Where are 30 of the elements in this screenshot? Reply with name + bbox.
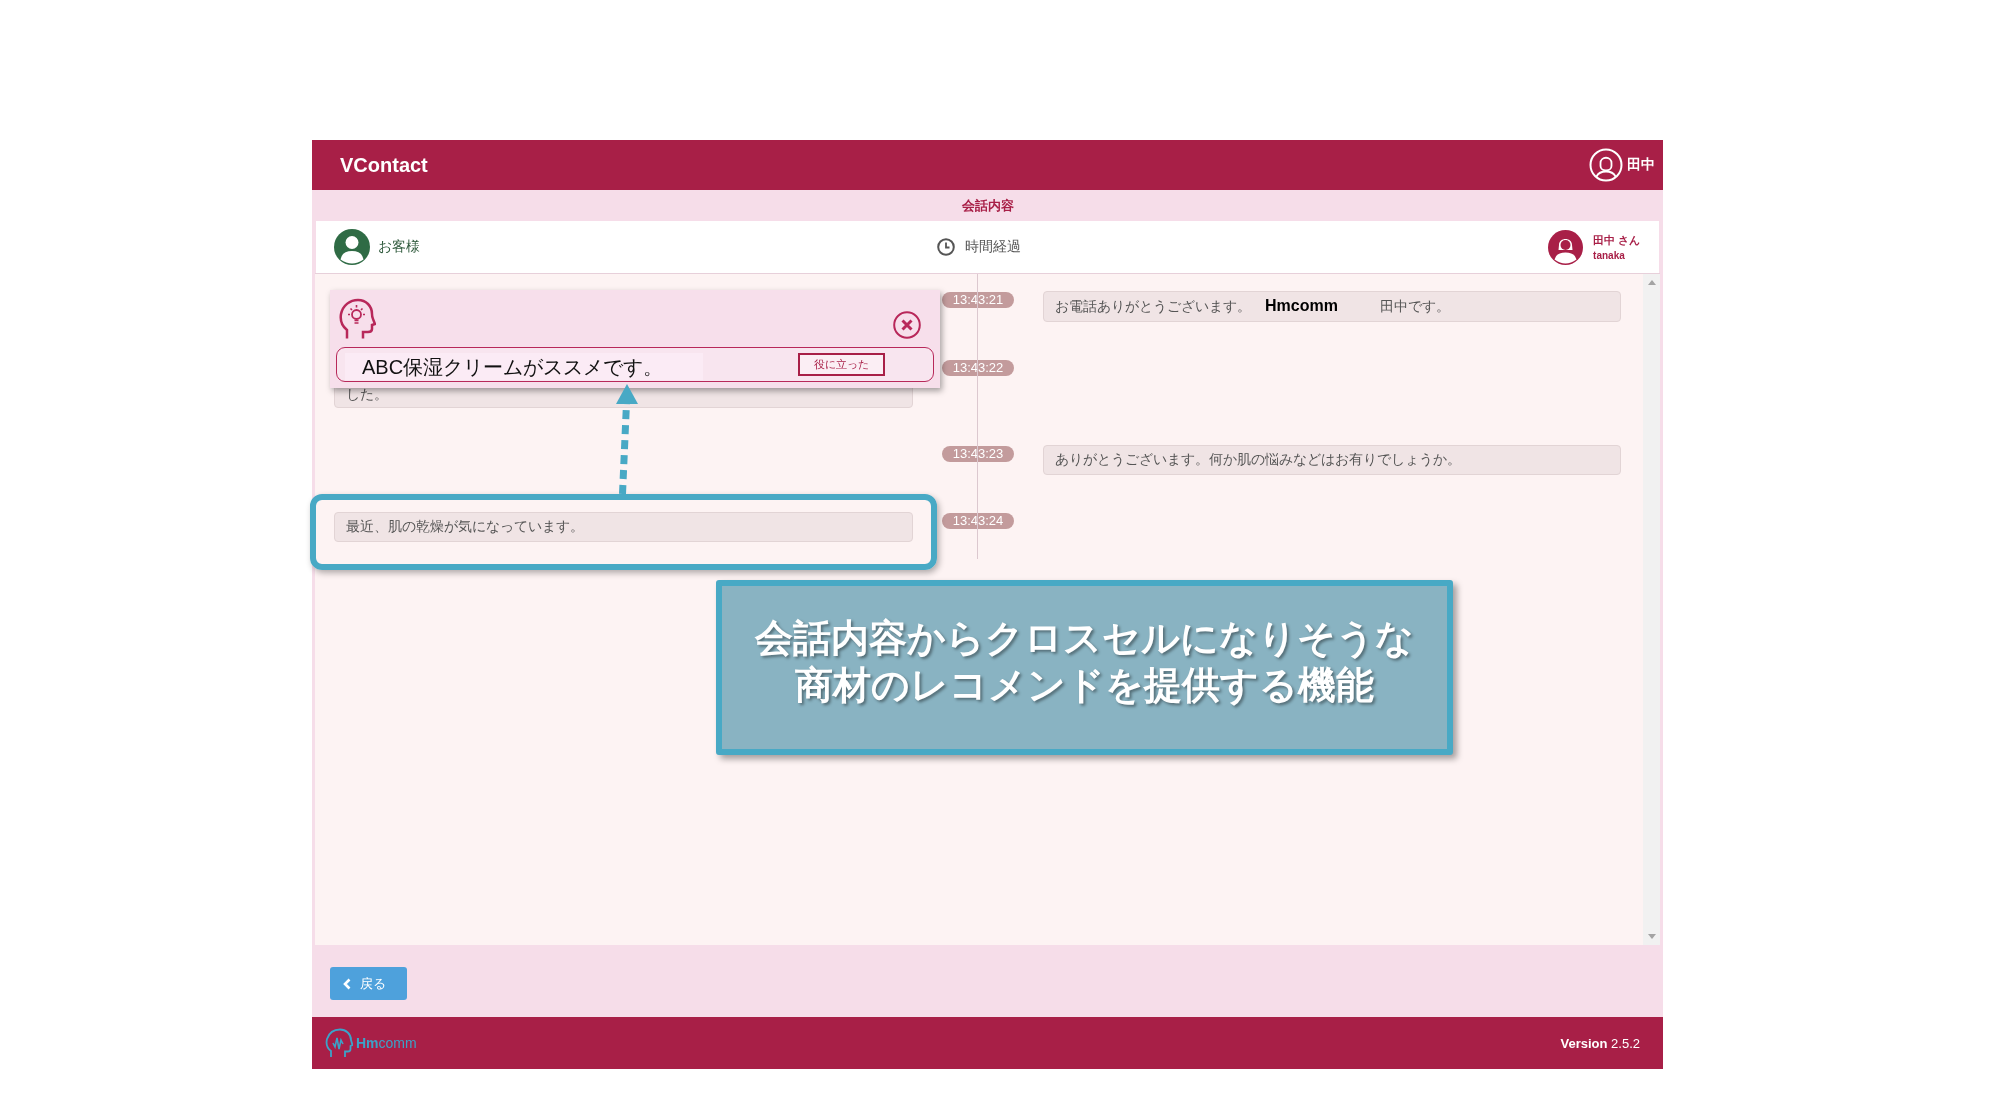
operator-name: 田中 さん <box>1593 233 1640 248</box>
timestamp: 13:43:24 <box>941 513 1015 529</box>
app-title: VContact <box>340 153 428 177</box>
scroll-down-arrow-icon[interactable] <box>1647 934 1656 939</box>
clock-icon <box>937 238 955 256</box>
logo-icon <box>325 1028 353 1058</box>
user-name[interactable]: 田中 <box>1627 156 1655 174</box>
chat-message: 最近、肌の乾燥が気になっています。 <box>334 512 913 542</box>
chat-message: ありがとうございます。何か肌の悩みなどはお有りでしょうか。 <box>1043 445 1621 475</box>
close-icon[interactable] <box>893 311 921 339</box>
timestamp: 13:43:22 <box>941 360 1015 376</box>
user-avatar-icon[interactable] <box>1589 148 1623 182</box>
operator-id: tanaka <box>1593 249 1626 261</box>
chevron-left-icon <box>343 977 351 990</box>
scrollbar[interactable] <box>1643 274 1660 945</box>
chat-message: お電話ありがとうございます。 Hmcomm 田中です。 <box>1043 291 1621 322</box>
customer-label: お客様 <box>378 238 420 256</box>
customer-avatar-icon <box>334 229 370 265</box>
operator-avatar-icon <box>1548 229 1584 265</box>
recommendation-text: ABC保湿クリームがススメです。 <box>345 353 704 380</box>
version-text: Version 2.5.2 <box>1560 1035 1640 1051</box>
scroll-up-arrow-icon[interactable] <box>1647 280 1656 285</box>
section-title: 会話内容 <box>961 196 1014 215</box>
helpful-button[interactable]: 役に立った <box>798 353 885 376</box>
timestamp: 13:43:23 <box>941 446 1015 462</box>
callout-text: 会話内容からクロスセルになりそうな商材のレコメンドを提供する機能 <box>754 615 1415 708</box>
timestamp: 13:43:21 <box>941 292 1015 308</box>
logo-text: Hmcomm <box>356 1035 417 1051</box>
head-lightbulb-icon <box>338 298 376 340</box>
elapsed-time-label: 時間経過 <box>965 238 1021 256</box>
